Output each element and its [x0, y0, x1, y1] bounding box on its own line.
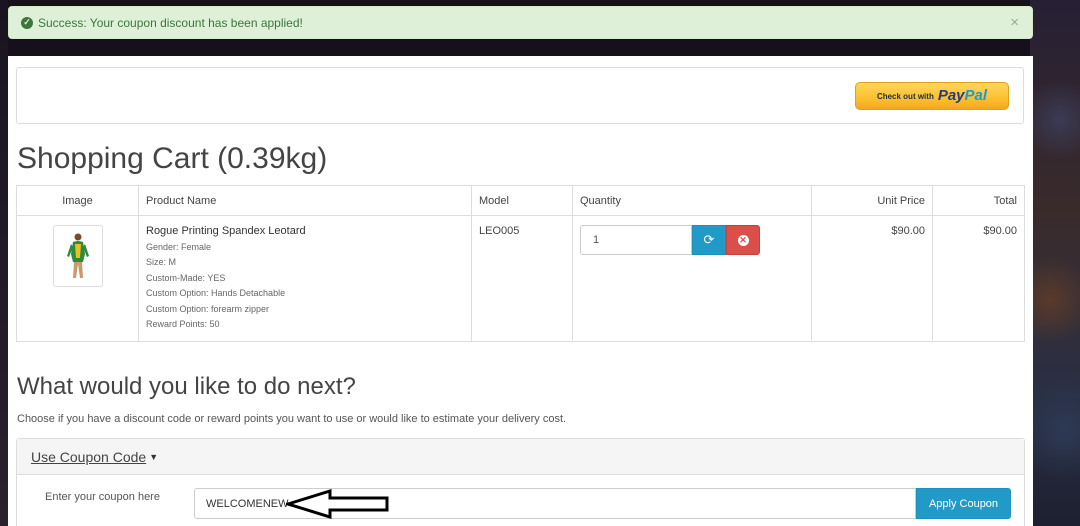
- next-steps-hint: Choose if you have a discount code or re…: [17, 413, 567, 425]
- paypal-logo: PayPal: [937, 87, 988, 104]
- product-name-cell: Rogue Printing Spandex Leotard Gender: F…: [138, 214, 472, 343]
- product-thumbnail[interactable]: [52, 225, 103, 287]
- update-quantity-button[interactable]: ⟳: [692, 225, 726, 255]
- column-header-model: Model: [471, 185, 573, 216]
- model-cell: LEO005: [471, 214, 573, 343]
- column-header-product-name: Product Name: [138, 185, 472, 216]
- apply-coupon-button[interactable]: Apply Coupon: [916, 488, 1011, 519]
- main-content: Check out with PayPal Shopping Cart (0.3…: [8, 56, 1033, 526]
- product-image-cell: [16, 214, 139, 343]
- table-row: Rogue Printing Spandex Leotard Gender: F…: [16, 214, 1025, 343]
- product-option: Custom Option: forearm zipper: [146, 303, 270, 314]
- background-artwork: [1030, 0, 1080, 526]
- refresh-icon: ⟳: [703, 232, 715, 247]
- paypal-checkout-button[interactable]: Check out with PayPal: [855, 82, 1009, 110]
- column-header-image: Image: [16, 185, 139, 216]
- cart-table: Image Product Name Model Quantity Unit P…: [16, 185, 1025, 343]
- coupon-label: Enter your coupon here: [45, 491, 160, 503]
- coupon-panel: Use Coupon Code ▼ Enter your coupon here…: [16, 438, 1025, 526]
- remove-circle-icon: ✕: [737, 234, 749, 246]
- coupon-panel-toggle[interactable]: Use Coupon Code: [31, 449, 146, 465]
- product-option: Custom Option: Hands Detachable: [146, 288, 286, 299]
- next-steps-heading: What would you like to do next?: [17, 373, 356, 400]
- column-header-total: Total: [932, 185, 1025, 216]
- close-icon[interactable]: ×: [1010, 14, 1019, 31]
- leotard-product-image: [66, 233, 89, 278]
- paypal-express-box: Check out with PayPal: [16, 67, 1024, 124]
- column-header-unit-price: Unit Price: [811, 185, 933, 216]
- quantity-cell: ⟳ ✕: [572, 214, 812, 343]
- paypal-button-prefix: Check out with: [876, 91, 934, 101]
- product-option: Custom-Made: YES: [146, 272, 226, 283]
- success-alert: ✓ Success: Your coupon discount has been…: [8, 6, 1033, 39]
- alert-message: Success: Your coupon discount has been a…: [38, 15, 303, 30]
- check-circle-icon: ✓: [21, 16, 33, 29]
- total-cell: $90.00: [932, 214, 1025, 343]
- quantity-input[interactable]: [580, 225, 692, 255]
- coupon-panel-header: Use Coupon Code ▼: [17, 439, 1024, 475]
- caret-down-icon: ▼: [149, 451, 159, 462]
- page-title: Shopping Cart (0.39kg): [17, 142, 328, 175]
- background-left-strip: [0, 0, 8, 526]
- product-option: Gender: Female: [146, 242, 212, 252]
- left-arrow-annotation-icon: [286, 489, 389, 519]
- unit-price-cell: $90.00: [811, 214, 933, 343]
- quantity-group: ⟳ ✕: [580, 225, 760, 255]
- product-option: Reward Points: 50: [146, 319, 220, 330]
- column-header-quantity: Quantity: [572, 185, 812, 216]
- cart-header-row: Image Product Name Model Quantity Unit P…: [16, 185, 1025, 216]
- product-option: Size: M: [146, 257, 177, 268]
- product-name-link[interactable]: Rogue Printing Spandex Leotard: [146, 225, 464, 237]
- remove-item-button[interactable]: ✕: [726, 225, 760, 255]
